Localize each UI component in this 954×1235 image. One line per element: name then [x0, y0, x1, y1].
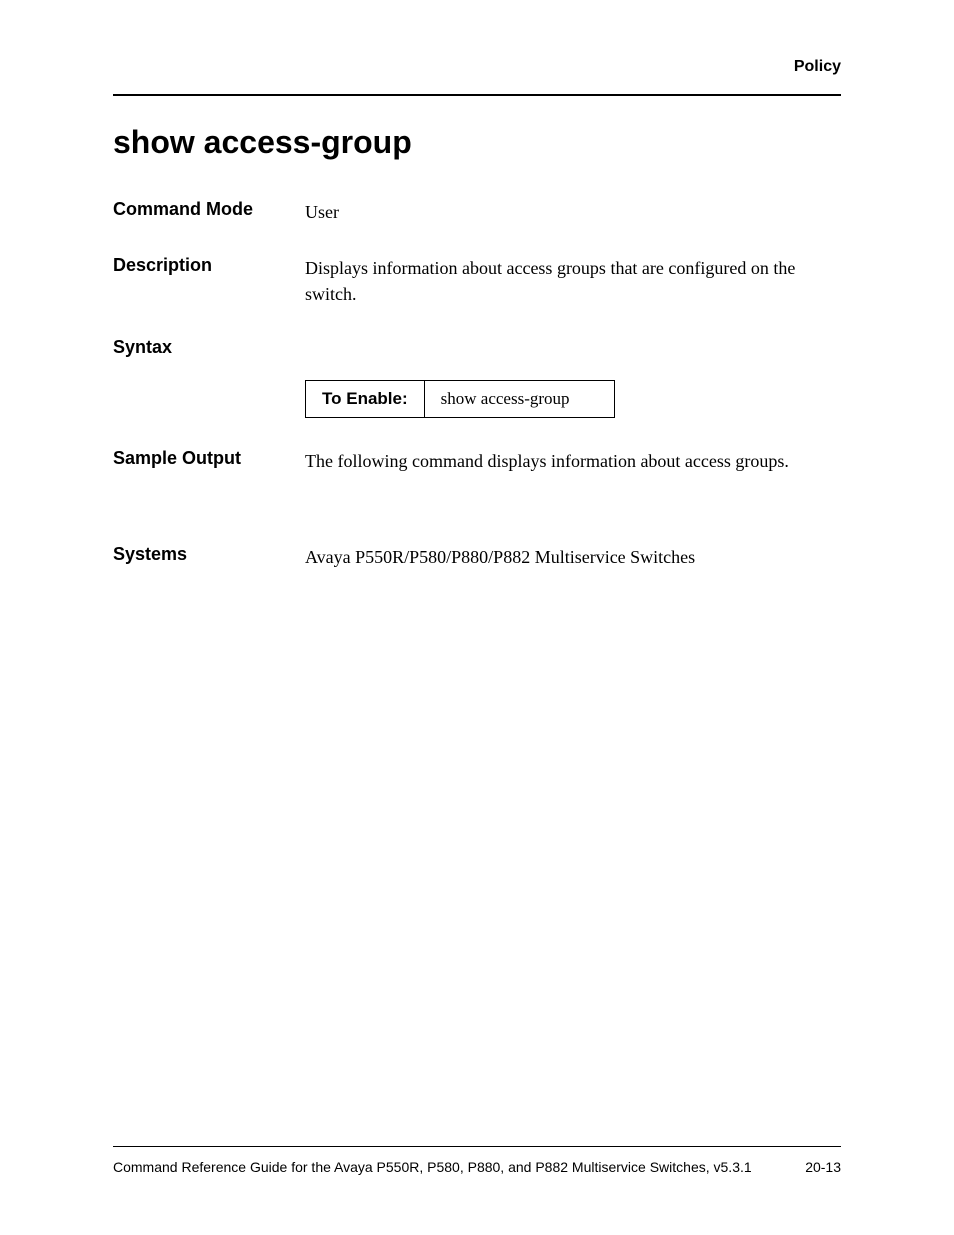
- syntax-enable-value: show access-group: [424, 381, 614, 418]
- header-section-label: Policy: [113, 58, 841, 76]
- label-description: Description: [113, 255, 305, 276]
- value-description: Displays information about access groups…: [305, 255, 841, 307]
- row-command-mode: Command Mode User: [113, 199, 841, 225]
- value-systems: Avaya P550R/P580/P880/P882 Multiservice …: [305, 544, 841, 570]
- header-rule: [113, 94, 841, 96]
- footer-line: Command Reference Guide for the Avaya P5…: [113, 1159, 841, 1175]
- label-sample-output: Sample Output: [113, 448, 305, 469]
- footer-guide: Command Reference Guide for the Avaya P5…: [113, 1159, 752, 1175]
- syntax-table-wrap: To Enable: show access-group: [305, 380, 841, 418]
- label-syntax: Syntax: [113, 337, 305, 358]
- row-description: Description Displays information about a…: [113, 255, 841, 307]
- label-systems: Systems: [113, 544, 305, 565]
- footer-page-number: 20-13: [805, 1159, 841, 1175]
- page-title: show access-group: [113, 124, 841, 161]
- row-syntax: Syntax: [113, 337, 841, 358]
- footer: Command Reference Guide for the Avaya P5…: [113, 1146, 841, 1175]
- value-command-mode: User: [305, 199, 841, 225]
- value-sample-output: The following command displays informati…: [305, 448, 841, 474]
- label-command-mode: Command Mode: [113, 199, 305, 220]
- syntax-enable-label: To Enable:: [306, 381, 425, 418]
- row-sample-output: Sample Output The following command disp…: [113, 448, 841, 474]
- row-systems: Systems Avaya P550R/P580/P880/P882 Multi…: [113, 544, 841, 570]
- page: Policy show access-group Command Mode Us…: [0, 0, 954, 1235]
- footer-rule: [113, 1146, 841, 1147]
- syntax-table: To Enable: show access-group: [305, 380, 615, 418]
- table-row: To Enable: show access-group: [306, 381, 615, 418]
